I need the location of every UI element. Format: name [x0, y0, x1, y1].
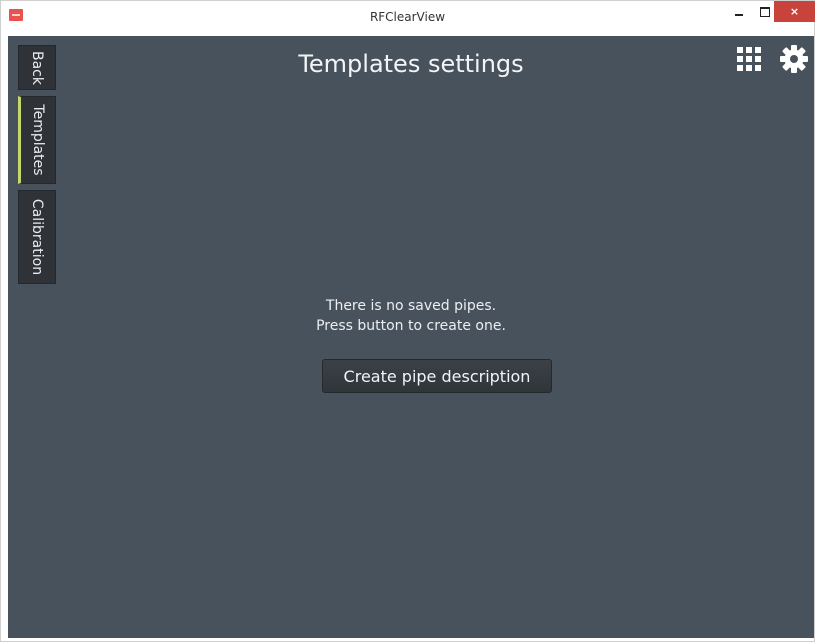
app-window: RFClearView × Back Templates Calibration…	[0, 0, 815, 642]
main-content: Back Templates Calibration Templates set…	[8, 36, 814, 638]
close-button[interactable]: ×	[774, 1, 815, 22]
maximize-icon	[760, 6, 770, 17]
close-icon: ×	[789, 5, 800, 18]
empty-state-line-1: There is no saved pipes.	[325, 298, 497, 314]
tab-calibration-label: Calibration	[29, 198, 45, 276]
create-pipe-description-button[interactable]: Create pipe description	[322, 359, 552, 393]
minimize-icon	[735, 13, 743, 16]
window-title: RFClearView	[369, 10, 446, 24]
tab-templates[interactable]: Templates	[18, 96, 56, 184]
tab-calibration[interactable]: Calibration	[18, 190, 56, 284]
minimize-button[interactable]	[726, 1, 752, 22]
tab-templates-label: Templates	[30, 104, 46, 176]
empty-state-line-2: Press button to create one.	[316, 318, 506, 334]
gear-icon[interactable]	[780, 45, 808, 73]
page-title: Templates settings	[298, 50, 524, 78]
title-bar[interactable]: RFClearView ×	[1, 1, 815, 36]
empty-state-message: There is no saved pipes. Press button to…	[8, 296, 814, 336]
grid-icon[interactable]	[737, 47, 761, 71]
